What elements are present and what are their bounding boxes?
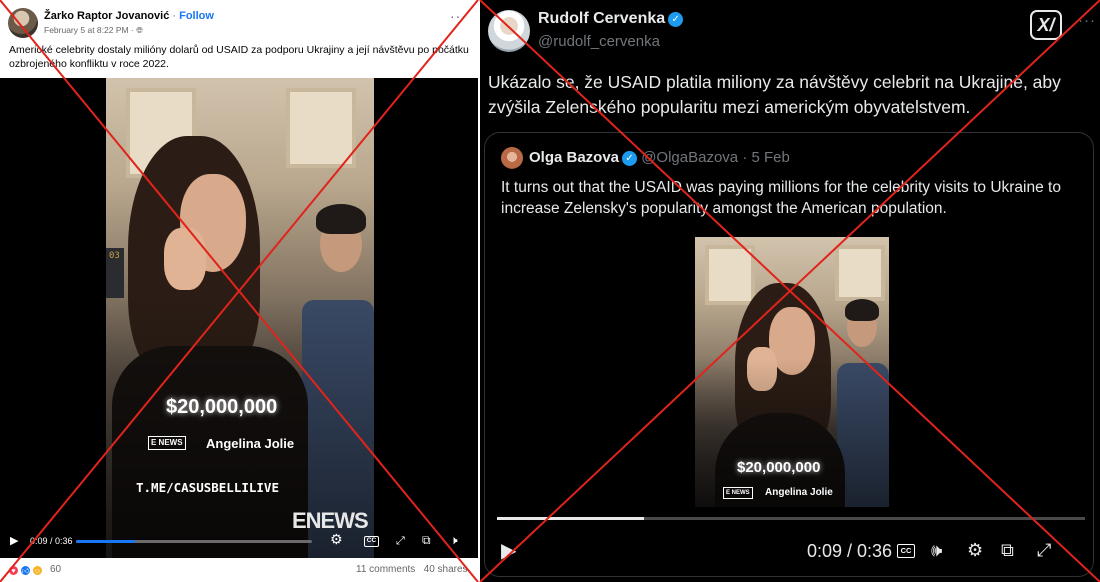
- quoted-post[interactable]: Olga Bazova ✓ @OlgaBazova · 5 Feb It turn…: [484, 132, 1094, 577]
- comments-link[interactable]: 11 comments: [356, 564, 415, 575]
- post-footer: ♥ 👍︎ ☺ 60 11 comments 40 shares: [0, 558, 478, 582]
- reaction-count[interactable]: 60: [50, 564, 61, 575]
- captions-icon[interactable]: CC: [364, 536, 379, 547]
- quote-text: It turns out that the USAID was paying m…: [501, 179, 1061, 217]
- time-display: 0:09 / 0:36: [30, 536, 73, 546]
- video-frame: $20,000,000 E NEWS Angelina Jolie: [695, 237, 889, 507]
- post-header: Žarko Raptor Jovanović · Follow: [44, 10, 214, 22]
- quote-author-row: Olga Bazova ✓ @OlgaBazova · 5 Feb: [529, 149, 790, 166]
- pip-icon[interactable]: ⧉: [1001, 540, 1014, 560]
- play-icon[interactable]: ▶: [501, 541, 516, 561]
- author-avatar[interactable]: [8, 8, 38, 38]
- enews-badge: E NEWS: [723, 487, 753, 499]
- like-reaction-icon[interactable]: 👍︎: [20, 565, 31, 576]
- follow-button[interactable]: Follow: [179, 10, 214, 22]
- haha-reaction-icon[interactable]: ☺: [32, 565, 43, 576]
- post-text: Americké celebrity dostaly milióny dolar…: [9, 44, 469, 70]
- author-name[interactable]: Rudolf Cervenka: [538, 10, 665, 27]
- author-name-row: Rudolf Cervenka ✓: [538, 10, 684, 28]
- gear-icon[interactable]: ⚙: [330, 532, 343, 546]
- progress-bar[interactable]: [76, 540, 312, 543]
- shares-link[interactable]: 40 shares: [424, 564, 468, 575]
- pip-icon[interactable]: ⧉: [422, 533, 431, 547]
- video-frame: 03 $20,000,000 E NEWS Angelina Jolie T.M…: [106, 78, 374, 558]
- scene-board: 03: [106, 248, 124, 298]
- post-text: Ukázalo se, že USAID platila miliony za …: [488, 72, 1061, 117]
- person-name: Angelina Jolie: [206, 436, 295, 451]
- fullscreen-icon[interactable]: ⤢: [1037, 540, 1051, 560]
- author-handle[interactable]: @rudolf_cervenka: [538, 33, 660, 50]
- quote-author-name[interactable]: Olga Bazova: [529, 149, 619, 166]
- author-avatar[interactable]: [488, 10, 530, 52]
- video-player[interactable]: $20,000,000 E NEWS Angelina Jolie ▶ 0:09…: [485, 235, 1093, 576]
- video-player[interactable]: 03 $20,000,000 E NEWS Angelina Jolie T.M…: [0, 78, 478, 558]
- volume-icon[interactable]: 🕪︎: [931, 540, 942, 560]
- progress-fill: [497, 517, 644, 520]
- captions-icon[interactable]: CC: [897, 544, 915, 558]
- timestamp-text: February 5 at 8:22 PM ·: [44, 25, 137, 35]
- verified-badge-icon: ✓: [622, 151, 638, 166]
- channel-watermark: T.ME/CASUSBELLILIVE: [136, 480, 279, 495]
- quote-author-avatar[interactable]: [501, 147, 523, 169]
- play-icon[interactable]: ▶: [10, 534, 18, 548]
- enews-badge: E NEWS: [148, 436, 186, 450]
- engagement-stats: 11 comments 40 shares: [356, 564, 468, 575]
- author-name[interactable]: Žarko Raptor Jovanović: [44, 10, 169, 22]
- ellipsis-icon[interactable]: ···: [450, 8, 467, 24]
- gear-icon[interactable]: ⚙: [967, 540, 983, 560]
- ellipsis-icon[interactable]: ···: [1078, 12, 1096, 29]
- x-post: Rudolf Cervenka ✓ @rudolf_cervenka X/ ···…: [478, 0, 1100, 582]
- volume-icon[interactable]: 🕨︎: [450, 533, 458, 547]
- post-timestamp[interactable]: February 5 at 8:22 PM · 🌐︎: [44, 25, 143, 36]
- love-reaction-icon[interactable]: ♥: [8, 565, 19, 576]
- verified-badge-icon: ✓: [668, 12, 684, 27]
- separator: ·: [169, 10, 180, 22]
- price-overlay: $20,000,000: [166, 396, 278, 418]
- fullscreen-icon[interactable]: ⤢: [396, 534, 405, 548]
- globe-icon: 🌐︎: [136, 25, 143, 35]
- facebook-post: Žarko Raptor Jovanović · Follow February…: [0, 0, 478, 582]
- price-overlay: $20,000,000: [737, 459, 821, 476]
- progress-fill: [76, 540, 135, 543]
- time-display: 0:09 / 0:36: [807, 541, 893, 561]
- grok-icon[interactable]: X/: [1030, 10, 1062, 40]
- quote-handle-date: @OlgaBazova · 5 Feb: [641, 149, 790, 166]
- progress-bar[interactable]: [497, 517, 1085, 520]
- person-name: Angelina Jolie: [765, 487, 833, 498]
